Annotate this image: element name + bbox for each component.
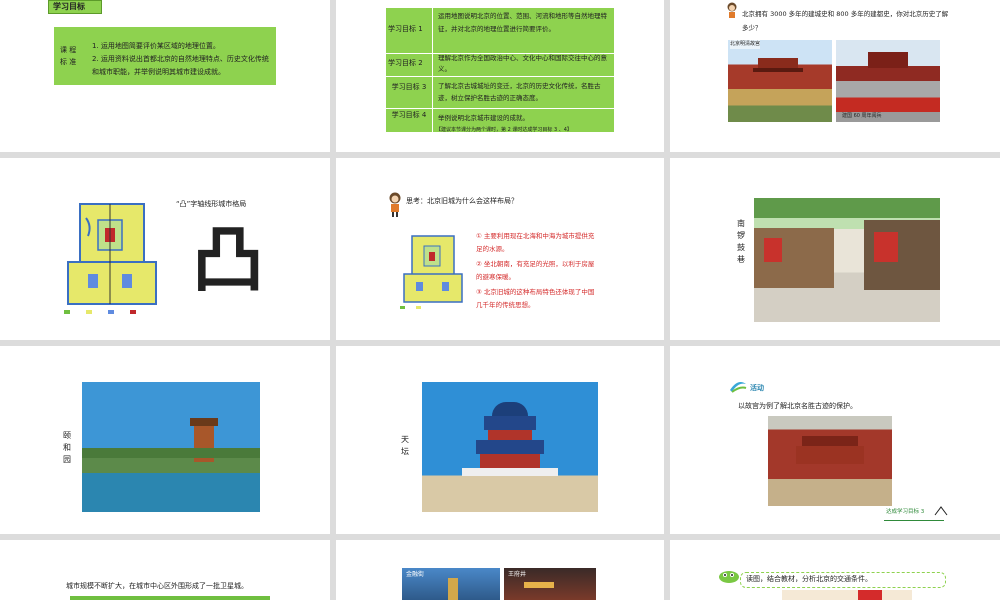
slide-4[interactable]: “凸”字轴线形城市格局 凸 <box>0 158 330 340</box>
goal-text-2: 理解北京作为全国政治中心、文化中心和国际交往中心的意义。 <box>438 54 607 73</box>
lesson-note: 【建议本节课分为两个课时，第 2 课时达成学习目标 3 、4】 <box>436 127 572 133</box>
slide-3[interactable]: 北京拥有 3000 多年的建城史和 800 多年的建都史，你对北京历史了解多少？… <box>670 0 1000 152</box>
summer-palace-photo <box>82 382 260 512</box>
goal-label-3: 学习目标 3 <box>391 83 427 91</box>
map-strip <box>70 596 270 600</box>
slide-8[interactable]: 天坛 <box>336 346 664 534</box>
goal-label-1: 学习目标 1 <box>388 25 423 33</box>
goal-label-2: 学习目标 2 <box>388 59 423 67</box>
slide-10[interactable]: 城市规模不断扩大，在城市中心区外围形成了一批卫星城。 <box>0 540 330 600</box>
goal-text-4: 举例说明北京城市建设的成就。 <box>438 114 529 122</box>
beijing-old-city-map-small <box>400 235 463 309</box>
goal-text-1: 运用地图说明北京的位置、范围、河流和地形等自然地理特征，并对北京的地理位置进行简… <box>438 12 607 33</box>
learning-goal-badge: 学习目标 <box>48 0 102 14</box>
girl-icon <box>389 192 401 217</box>
beijing-old-city-map <box>64 203 157 314</box>
nanluoguxiang-photo <box>754 198 940 322</box>
girl-icon <box>727 2 737 18</box>
slide-11[interactable]: 金融街 王府井 <box>336 540 664 600</box>
slide-2[interactable]: 学习目标 1 运用地图说明北京的位置、范围、河流和地形等自然地理特征，并对北京的… <box>336 0 664 152</box>
slide-1[interactable]: 学习目标 课 程 标 准 1. 运用地图简要评价某区域的地理位置。 2. 运用资… <box>0 0 330 152</box>
forbidden-city-photo <box>728 40 832 122</box>
slide-5[interactable]: 思考：北京旧城为什么会这样布局？ ① 主要利用现在北海和中海为城市提供充足的水源… <box>336 158 664 340</box>
goal-label-4: 学习目标 4 <box>391 111 427 119</box>
cartoon-bug-icon <box>719 571 739 583</box>
footer-underline <box>884 520 944 521</box>
slide-6[interactable]: 南锣鼓巷 <box>670 158 1000 340</box>
forbidden-city-aerial-photo <box>768 416 892 506</box>
slide-9[interactable]: 活动 以故宫为例了解北京名胜古迹的保护。 达成学习目标 3 <box>670 346 1000 534</box>
goals-table: 学习目标 1 运用地图说明北京的位置、范围、河流和地形等自然地理特征，并对北京的… <box>386 8 614 132</box>
corner-arrow-icon <box>934 506 948 516</box>
curriculum-standard-box: 课 程 标 准 1. 运用地图简要评价某区域的地理位置。 2. 运用资料说出首都… <box>54 27 276 85</box>
parade-photo <box>836 40 940 122</box>
slide-12[interactable]: 读图，结合教材，分析北京的交通条件。 <box>670 540 1000 600</box>
convex-glyph: 凸 <box>192 218 265 302</box>
temple-of-heaven-photo <box>422 382 598 512</box>
transport-map-preview <box>782 590 912 600</box>
goal-text-3: 了解北京古城城址的变迁，北京的历史文化传统，名胜古迹，树立保护名胜古迹的正确态度… <box>438 82 601 102</box>
slide-7[interactable]: 颐和园 <box>0 346 330 534</box>
activity-swoosh-icon <box>730 382 747 393</box>
